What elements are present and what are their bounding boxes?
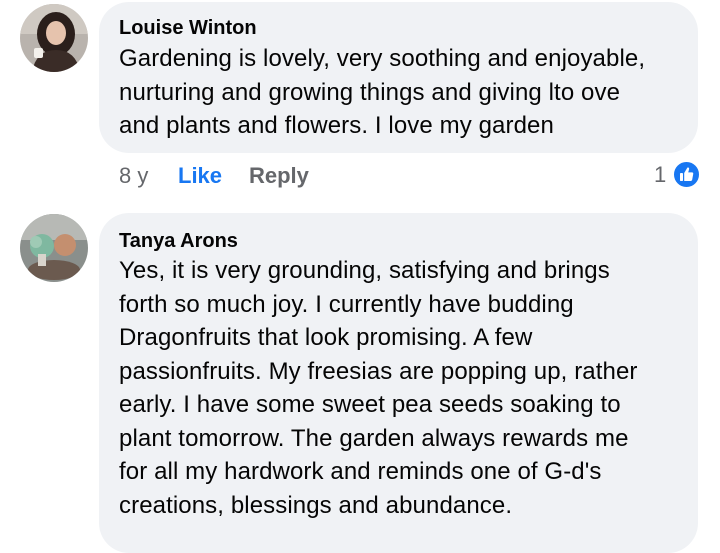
comment-author[interactable]: Louise Winton [119,16,257,40]
comment-author[interactable]: Tanya Arons [119,229,238,253]
comment-timestamp[interactable]: 8 y [119,161,148,191]
like-button[interactable]: Like [178,161,222,191]
thumbs-up-icon [673,161,700,188]
reply-button[interactable]: Reply [249,161,309,191]
avatar-louise-winton[interactable] [20,4,88,72]
avatar-tanya-arons[interactable] [20,214,88,282]
comment-text: Yes, it is very grounding, satisfying an… [119,257,638,519]
reaction-count: 1 [654,162,667,187]
comment-text: Gardening is lovely, very soothing and e… [119,45,646,139]
